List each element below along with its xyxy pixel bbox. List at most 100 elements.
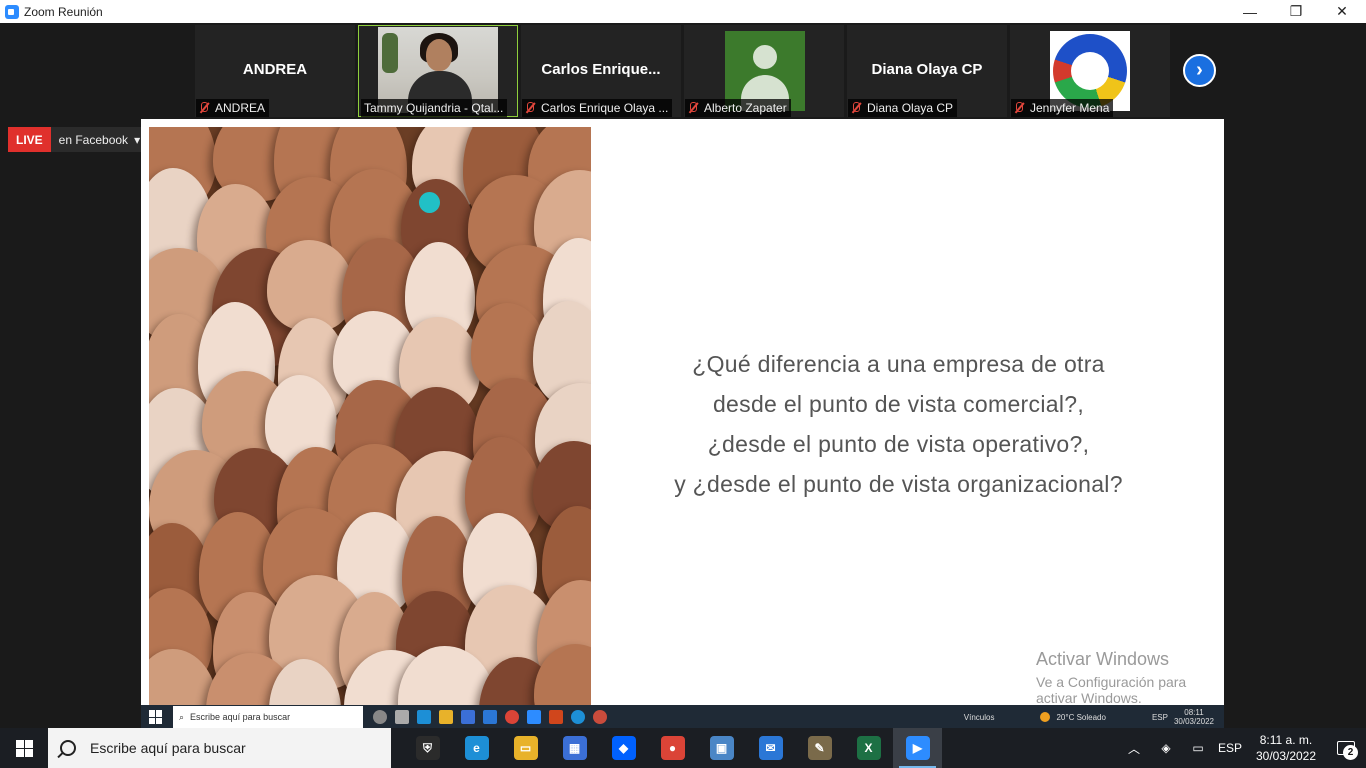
dropbox-icon: ◆ bbox=[611, 736, 636, 760]
taskbar-search-box[interactable]: Escribe aquí para buscar bbox=[48, 728, 391, 768]
system-tray: ︿ ◈ ▭ ESP 8:11 a. m. 30/03/2022 2 bbox=[1118, 728, 1366, 768]
windows-taskbar: Escribe aquí para buscar ⛨ e ▭ ▦ ◆ ● ▣ ✉ ✎ X ▶ ︿ ◈… bbox=[0, 728, 1366, 768]
meeting-stage: ANDREA ANDREA Tammy Quijandria - Qtal...… bbox=[0, 23, 1366, 729]
window-title: Zoom Reunión bbox=[24, 4, 103, 19]
live-target-dropdown[interactable]: en Facebook ▾ bbox=[50, 127, 149, 152]
shared-screen: ¿Qué diferencia a una empresa de otra de… bbox=[141, 119, 1224, 729]
clock-time: 8:11 a. m. bbox=[1259, 733, 1313, 747]
participant-strip: ANDREA ANDREA Tammy Quijandria - Qtal...… bbox=[195, 25, 1170, 120]
security-icon: ⛨ bbox=[415, 736, 440, 760]
notifications-button[interactable]: 2 bbox=[1326, 728, 1366, 768]
shared-taskbar-apps bbox=[373, 710, 607, 724]
battery-icon[interactable]: ▭ bbox=[1182, 741, 1214, 755]
search-icon: ⌕ bbox=[179, 711, 185, 722]
participant-tile-active[interactable]: Tammy Quijandria - Qtal... bbox=[358, 25, 518, 117]
taskbar-app-zoom[interactable]: ▶ bbox=[893, 728, 942, 768]
chevron-up-icon[interactable]: ︿ bbox=[1118, 740, 1150, 757]
shared-weather: 20°C Soleado bbox=[1056, 712, 1106, 722]
shared-date: 30/03/2022 bbox=[1173, 717, 1214, 726]
participant-name-tag: Tammy Quijandria - Qtal... bbox=[361, 99, 508, 117]
muted-mic-icon bbox=[688, 102, 698, 114]
taskbar-apps: ⛨ e ▭ ▦ ◆ ● ▣ ✉ ✎ X ▶ bbox=[403, 728, 942, 768]
close-button[interactable]: ✕ bbox=[1319, 0, 1365, 23]
clock-date: 30/03/2022 bbox=[1255, 749, 1317, 763]
zoom-icon: ▶ bbox=[905, 736, 930, 760]
search-icon bbox=[60, 740, 76, 756]
participant-tile[interactable]: Jennyfer Mena bbox=[1010, 25, 1170, 117]
windows-logo-icon bbox=[15, 739, 33, 757]
dropbox-tray-icon[interactable]: ◈ bbox=[1150, 741, 1182, 755]
chrome-icon: ● bbox=[660, 736, 685, 760]
participant-tag-label: Diana Olaya CP bbox=[867, 101, 954, 115]
taskbar-app-file-explorer[interactable]: ▭ bbox=[501, 728, 550, 768]
participant-tag-label: ANDREA bbox=[215, 101, 266, 115]
chevron-down-icon: ▾ bbox=[134, 132, 141, 147]
edge-icon: e bbox=[464, 736, 489, 760]
muted-mic-icon bbox=[525, 102, 535, 114]
shared-links-label: Vínculos bbox=[963, 712, 995, 722]
shared-system-tray: Vínculos 20°C Soleado ESP 08:11 30/03/20… bbox=[964, 705, 1214, 729]
control-panel-icon: ▣ bbox=[709, 736, 734, 760]
participant-display-name: Diana Olaya CP bbox=[871, 61, 983, 78]
participant-tag-label: Alberto Zapater bbox=[704, 101, 787, 115]
taskbar-app-security[interactable]: ⛨ bbox=[403, 728, 452, 768]
participant-tile[interactable]: Diana Olaya CP Diana Olaya CP bbox=[847, 25, 1007, 117]
live-stream-badge[interactable]: LIVE en Facebook ▾ bbox=[8, 127, 149, 152]
maximize-button[interactable]: ❐ bbox=[1273, 0, 1319, 23]
taskbar-app-store[interactable]: ▦ bbox=[550, 728, 599, 768]
taskbar-app-edge[interactable]: e bbox=[452, 728, 501, 768]
shared-search-box: ⌕ Escribe aquí para buscar bbox=[173, 706, 363, 728]
windows-activation-watermark: Activar Windows Ve a Configuración para … bbox=[1036, 649, 1224, 706]
language-indicator[interactable]: ESP bbox=[1214, 741, 1246, 755]
shared-time: 08:11 bbox=[1184, 708, 1204, 717]
shared-clock: 08:11 30/03/2022 bbox=[1174, 708, 1214, 726]
participant-display-name: ANDREA bbox=[242, 61, 308, 78]
live-label: LIVE bbox=[8, 127, 51, 152]
zoom-logo-icon bbox=[5, 4, 19, 19]
shared-taskbar: ⌕ Escribe aquí para buscar Vínculos 20°C bbox=[141, 705, 1224, 729]
annotation-pointer bbox=[419, 192, 440, 213]
store-icon: ▦ bbox=[562, 736, 587, 760]
file-explorer-icon: ▭ bbox=[513, 736, 538, 760]
taskbar-search-placeholder: Escribe aquí para buscar bbox=[90, 740, 246, 756]
participant-display-name: Carlos Enrique... bbox=[541, 61, 661, 78]
slide-line: ¿desde el punto de vista operativo?, bbox=[707, 431, 1090, 457]
paint-icon: ✎ bbox=[807, 736, 832, 760]
participant-tile[interactable]: ANDREA ANDREA bbox=[195, 25, 355, 117]
taskbar-clock[interactable]: 8:11 a. m. 30/03/2022 bbox=[1246, 732, 1326, 764]
participant-tag-label: Tammy Quijandria - Qtal... bbox=[364, 101, 504, 115]
next-participants-button[interactable]: › bbox=[1183, 54, 1216, 87]
notification-count: 2 bbox=[1343, 745, 1358, 760]
taskbar-app-excel[interactable]: X bbox=[844, 728, 893, 768]
minimize-button[interactable]: — bbox=[1227, 0, 1273, 23]
participant-name-tag: Diana Olaya CP bbox=[848, 99, 958, 117]
taskbar-app-paint[interactable]: ✎ bbox=[795, 728, 844, 768]
participant-name-tag: ANDREA bbox=[196, 99, 270, 117]
participant-name-tag: Carlos Enrique Olaya ... bbox=[522, 99, 673, 117]
taskbar-app-chrome[interactable]: ● bbox=[648, 728, 697, 768]
window-titlebar: Zoom Reunión — ❐ ✕ bbox=[0, 0, 1366, 23]
slide-line: ¿Qué diferencia a una empresa de otra bbox=[692, 351, 1105, 377]
participant-name-tag: Jennyfer Mena bbox=[1011, 99, 1114, 117]
muted-mic-icon bbox=[199, 102, 209, 114]
taskbar-app-mail[interactable]: ✉ bbox=[746, 728, 795, 768]
shared-search-label: Escribe aquí para buscar bbox=[190, 712, 291, 722]
slide-image-faces bbox=[149, 127, 591, 705]
participant-tag-label: Carlos Enrique Olaya ... bbox=[541, 101, 669, 115]
mail-icon: ✉ bbox=[758, 736, 783, 760]
weather-icon bbox=[1040, 712, 1051, 722]
participant-name-tag: Alberto Zapater bbox=[685, 99, 791, 117]
taskbar-app-dropbox[interactable]: ◆ bbox=[599, 728, 648, 768]
taskbar-app-control-panel[interactable]: ▣ bbox=[697, 728, 746, 768]
excel-icon: X bbox=[856, 736, 881, 760]
windows-start-icon bbox=[149, 710, 163, 724]
participant-tag-label: Jennyfer Mena bbox=[1030, 101, 1110, 115]
slide-question: ¿Qué diferencia a una empresa de otra de… bbox=[641, 344, 1156, 504]
muted-mic-icon bbox=[851, 102, 861, 114]
watermark-subtitle: Ve a Configuración para activar Windows. bbox=[1036, 674, 1187, 706]
participant-tile[interactable]: Alberto Zapater bbox=[684, 25, 844, 117]
watermark-title: Activar Windows bbox=[1036, 649, 1170, 669]
muted-mic-icon bbox=[1014, 102, 1024, 114]
participant-tile[interactable]: Carlos Enrique... Carlos Enrique Olaya .… bbox=[521, 25, 681, 117]
start-button[interactable] bbox=[0, 728, 48, 768]
